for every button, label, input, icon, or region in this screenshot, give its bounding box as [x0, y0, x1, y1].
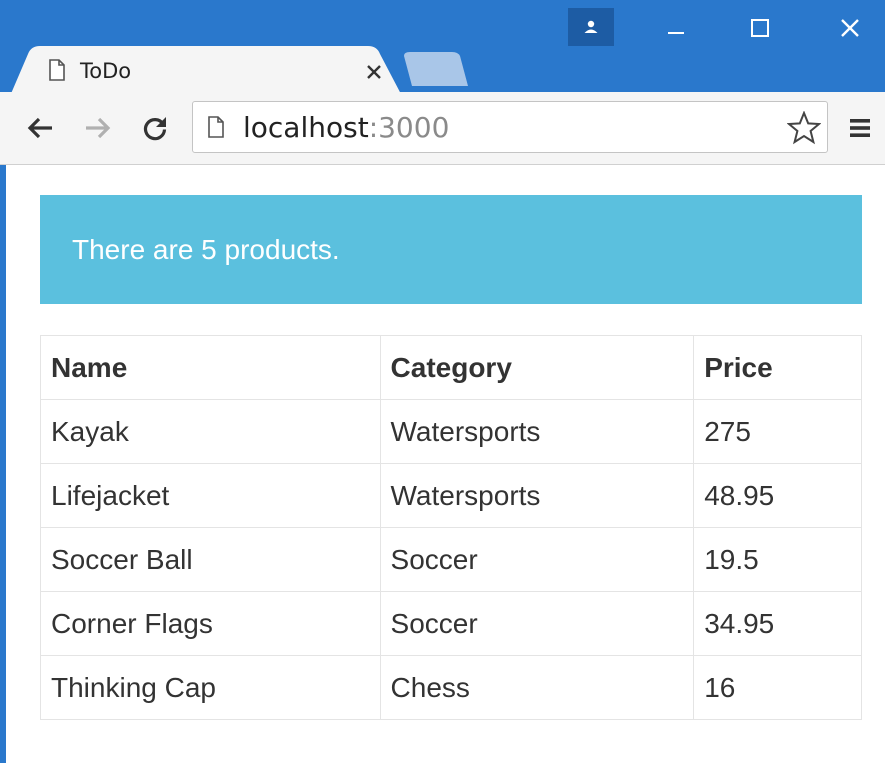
table-header-row: Name Category Price [40, 335, 862, 400]
address-bar[interactable]: localhost:3000 [192, 101, 828, 153]
back-button[interactable] [22, 110, 58, 146]
column-header-price: Price [693, 335, 862, 400]
table-row: Kayak Watersports 275 [40, 399, 862, 464]
table-row: Lifejacket Watersports 48.95 [40, 463, 862, 528]
close-icon [841, 19, 859, 37]
tab-close-button[interactable] [360, 58, 388, 86]
tab-title: ToDo [80, 59, 132, 83]
cell-name: Corner Flags [40, 591, 381, 656]
page-icon [49, 59, 65, 81]
menu-icon [850, 119, 870, 137]
cell-category: Chess [379, 655, 695, 720]
minimize-icon [668, 32, 684, 34]
cell-price: 16 [693, 655, 862, 720]
cell-category: Soccer [379, 591, 695, 656]
cell-price: 19.5 [693, 527, 862, 592]
browser-window: ToDo localhost:3000 There are 5 products… [0, 0, 885, 763]
url-text: localhost:3000 [243, 112, 449, 144]
cell-category: Soccer [379, 527, 695, 592]
column-header-name: Name [40, 335, 381, 400]
url-port: :3000 [368, 111, 450, 144]
cell-price: 48.95 [693, 463, 862, 528]
products-table: Name Category Price Kayak Watersports 27… [40, 335, 862, 720]
cell-name: Thinking Cap [40, 655, 381, 720]
cell-name: Lifejacket [40, 463, 381, 528]
minimize-button[interactable] [646, 8, 706, 48]
cell-price: 34.95 [693, 591, 862, 656]
cell-price: 275 [693, 399, 862, 464]
profile-button[interactable] [568, 8, 614, 46]
cell-name: Soccer Ball [40, 527, 381, 592]
table-row: Soccer Ball Soccer 19.5 [40, 527, 862, 592]
column-header-category: Category [379, 335, 695, 400]
profile-icon [584, 20, 598, 33]
forward-button[interactable] [80, 110, 116, 146]
menu-button[interactable] [842, 110, 878, 146]
product-count-alert: There are 5 products. [40, 195, 862, 304]
close-window-button[interactable] [820, 8, 880, 48]
table-row: Corner Flags Soccer 34.95 [40, 591, 862, 656]
tab-background [10, 46, 402, 96]
url-host: localhost [243, 111, 369, 144]
reload-button[interactable] [137, 110, 173, 146]
reload-icon [143, 117, 167, 141]
maximize-icon [751, 19, 769, 37]
tab-todo[interactable]: ToDo [10, 46, 402, 96]
forward-arrow-icon [86, 117, 111, 139]
close-icon [367, 65, 381, 79]
maximize-button[interactable] [730, 8, 790, 48]
cell-category: Watersports [379, 463, 695, 528]
back-arrow-icon [27, 117, 52, 139]
page-content: There are 5 products. Name Category Pric… [6, 165, 885, 763]
page-icon [208, 116, 224, 138]
table-row: Thinking Cap Chess 16 [40, 655, 862, 720]
cell-category: Watersports [379, 399, 695, 464]
star-icon[interactable] [787, 111, 821, 145]
cell-name: Kayak [40, 399, 381, 464]
new-tab-button[interactable] [400, 52, 472, 88]
browser-toolbar: localhost:3000 [0, 92, 885, 165]
